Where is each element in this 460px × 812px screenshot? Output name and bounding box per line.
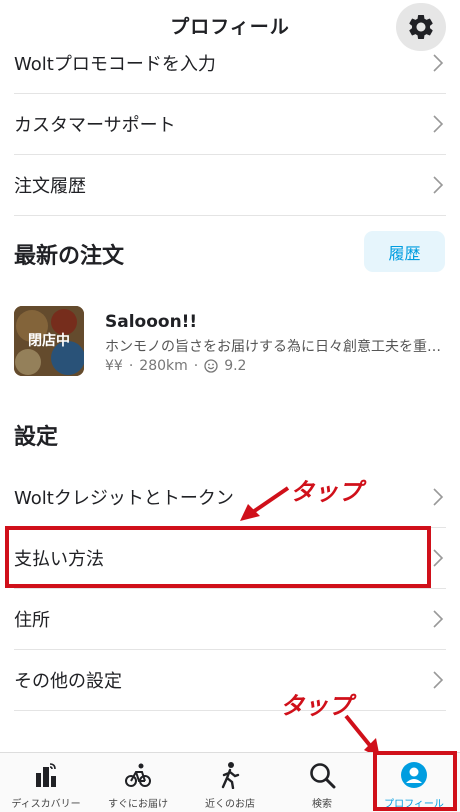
chevron-right-icon (433, 671, 444, 689)
closed-badge: 閉店中 (28, 333, 70, 349)
chevron-right-icon (433, 54, 444, 72)
row-label: 注文履歴 (14, 176, 86, 197)
separator-dot: · (128, 358, 134, 374)
search-icon (310, 763, 336, 789)
restaurant-thumbnail: 閉店中 (14, 306, 84, 376)
page-title: プロフィール (170, 16, 290, 38)
other-settings-row[interactable]: その他の設定 (14, 650, 446, 711)
discovery-icon (36, 763, 56, 787)
row-label: 住所 (14, 610, 50, 631)
price-level: ¥¥ (105, 358, 123, 374)
tab-delivery[interactable]: すぐにお届け (92, 753, 184, 812)
annotation-arrow-1 (240, 486, 290, 521)
wolt-credits-row[interactable]: Woltクレジットとトークン (14, 467, 446, 528)
restaurant-description: ホンモノの旨さをお届けする為に日々創意工夫を重… (105, 339, 441, 355)
separator-dot: · (193, 358, 199, 374)
recent-order-item[interactable]: 閉店中 Salooon!! ホンモノの旨さをお届けする為に日々創意工夫を重… ¥… (14, 306, 446, 378)
restaurant-meta: ¥¥ · 280km · 9.2 (105, 358, 246, 374)
row-label: Woltプロモコードを入力 (14, 54, 216, 75)
rating: 9.2 (224, 358, 247, 374)
tab-search[interactable]: 検索 (276, 753, 368, 812)
tab-label: ディスカバリー (11, 799, 81, 810)
chevron-right-icon (433, 610, 444, 628)
settings-title: 設定 (14, 425, 59, 450)
chevron-right-icon (433, 549, 444, 567)
settings-button[interactable] (396, 3, 446, 51)
distance: 280km (139, 358, 188, 374)
walking-icon (221, 762, 240, 789)
tap-annotation-1: タップ (290, 478, 362, 506)
customer-support-row[interactable]: カスタマーサポート (14, 94, 446, 155)
tab-nearby[interactable]: 近くのお店 (184, 753, 276, 812)
chevron-right-icon (433, 176, 444, 194)
chevron-right-icon (433, 115, 444, 133)
tab-label: すぐにお届け (108, 799, 168, 810)
tab-label: 検索 (312, 799, 332, 810)
profile-tab-highlight-box (373, 751, 457, 811)
row-label: カスタマーサポート (14, 115, 176, 136)
row-label: Woltクレジットとトークン (14, 488, 234, 509)
order-history-row[interactable]: 注文履歴 (14, 155, 446, 216)
tab-discovery[interactable]: ディスカバリー (0, 753, 92, 812)
tab-label: 近くのお店 (205, 799, 255, 810)
history-button[interactable]: 履歴 (364, 231, 445, 272)
payment-highlight-box (5, 526, 431, 588)
row-label: その他の設定 (14, 671, 122, 692)
bike-icon (125, 763, 151, 787)
restaurant-name: Salooon!! (105, 312, 198, 332)
header: プロフィール (0, 0, 460, 52)
chevron-right-icon (433, 488, 444, 506)
recent-orders-title: 最新の注文 (14, 244, 125, 269)
smiley-icon (204, 359, 218, 373)
address-row[interactable]: 住所 (14, 589, 446, 650)
gear-icon (409, 14, 433, 39)
